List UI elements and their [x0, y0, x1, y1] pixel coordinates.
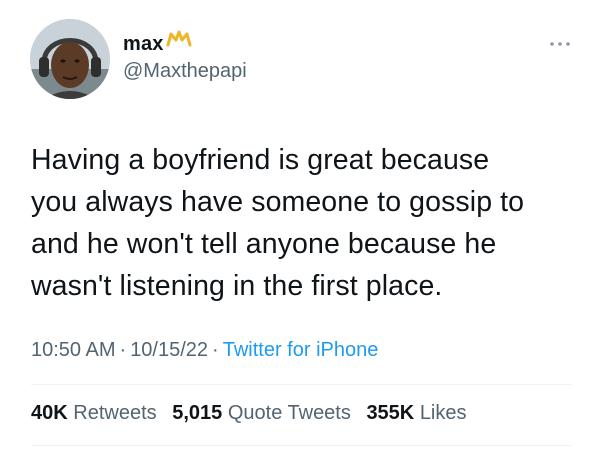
- divider: [31, 384, 572, 385]
- avatar[interactable]: [30, 19, 110, 99]
- divider: [31, 445, 572, 446]
- tweet-text-line: Having a boyfriend is great because: [31, 144, 490, 176]
- display-name-row[interactable]: max: [123, 29, 192, 57]
- likes-stat[interactable]: 355K Likes: [366, 402, 466, 424]
- meta-separator: ·: [212, 339, 219, 361]
- tweet-stats: 40K Retweets 5,015 Quote Tweets 355K Lik…: [31, 402, 477, 425]
- more-options-icon[interactable]: [548, 36, 572, 46]
- tweet-source-link[interactable]: Twitter for iPhone: [223, 339, 379, 361]
- avatar-image: [30, 19, 110, 99]
- crown-emoji-icon: [166, 29, 192, 54]
- quote-tweets-stat[interactable]: 5,015 Quote Tweets: [172, 402, 351, 424]
- tweet-text: Having a boyfriend is great because you …: [31, 139, 576, 307]
- tweet-text-line: you always have someone to gossip to: [31, 186, 525, 218]
- retweets-stat[interactable]: 40K Retweets: [31, 402, 157, 424]
- tweet-meta: 10:50 AM · 10/15/22 · Twitter for iPhone: [31, 339, 378, 362]
- meta-separator: ·: [119, 339, 127, 361]
- tweet-text-line: wasn't listening in the first place.: [31, 270, 443, 302]
- retweets-count: 40K: [31, 402, 68, 424]
- tweet-date[interactable]: 10/15/22: [130, 339, 208, 361]
- tweet-time[interactable]: 10:50 AM: [31, 339, 116, 361]
- tweet-text-line: and he won't tell anyone because he: [31, 228, 497, 260]
- likes-label: Likes: [419, 402, 467, 424]
- quote-tweets-label: Quote Tweets: [227, 402, 351, 424]
- quote-tweets-count: 5,015: [172, 402, 223, 424]
- retweets-label: Retweets: [73, 402, 157, 424]
- display-name[interactable]: max: [123, 33, 164, 56]
- user-handle[interactable]: @Maxthepapi: [123, 60, 247, 83]
- tweet: max @Maxthepapi Having a boyfriend is gr…: [0, 0, 600, 451]
- likes-count: 355K: [366, 402, 415, 424]
